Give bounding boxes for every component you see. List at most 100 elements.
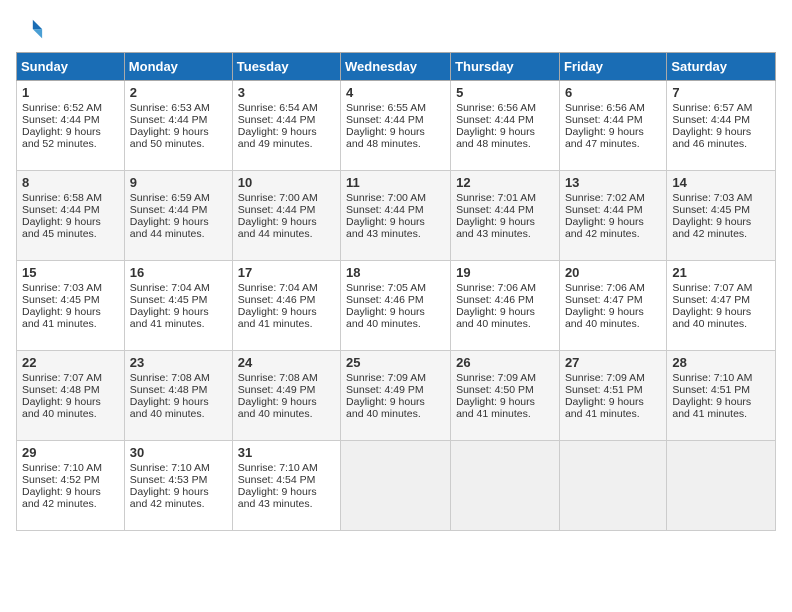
calendar-cell: 6Sunrise: 6:56 AMSunset: 4:44 PMDaylight…: [559, 81, 666, 171]
day-number: 30: [130, 445, 227, 460]
daylight: Daylight: 9 hours and 47 minutes.: [565, 126, 644, 150]
day-number: 12: [456, 175, 554, 190]
calendar-cell: 1Sunrise: 6:52 AMSunset: 4:44 PMDaylight…: [17, 81, 125, 171]
sunrise: Sunrise: 7:09 AM: [346, 372, 426, 384]
day-number: 19: [456, 265, 554, 280]
calendar-week-3: 15Sunrise: 7:03 AMSunset: 4:45 PMDayligh…: [17, 261, 776, 351]
calendar-cell: 30Sunrise: 7:10 AMSunset: 4:53 PMDayligh…: [124, 441, 232, 531]
header-day-wednesday: Wednesday: [341, 53, 451, 81]
sunrise: Sunrise: 7:06 AM: [565, 282, 645, 294]
sunrise: Sunrise: 7:04 AM: [130, 282, 210, 294]
sunset: Sunset: 4:45 PM: [22, 294, 100, 306]
sunset: Sunset: 4:44 PM: [672, 114, 750, 126]
calendar-cell: 5Sunrise: 6:56 AMSunset: 4:44 PMDaylight…: [451, 81, 560, 171]
daylight: Daylight: 9 hours and 40 minutes.: [130, 396, 209, 420]
calendar-cell: [559, 441, 666, 531]
daylight: Daylight: 9 hours and 41 minutes.: [565, 396, 644, 420]
day-number: 6: [565, 85, 661, 100]
calendar-cell: 23Sunrise: 7:08 AMSunset: 4:48 PMDayligh…: [124, 351, 232, 441]
calendar-cell: 28Sunrise: 7:10 AMSunset: 4:51 PMDayligh…: [667, 351, 776, 441]
daylight: Daylight: 9 hours and 48 minutes.: [346, 126, 425, 150]
daylight: Daylight: 9 hours and 43 minutes.: [238, 486, 317, 510]
page-header: [16, 16, 776, 44]
sunset: Sunset: 4:44 PM: [22, 204, 100, 216]
sunset: Sunset: 4:47 PM: [672, 294, 750, 306]
calendar-week-1: 1Sunrise: 6:52 AMSunset: 4:44 PMDaylight…: [17, 81, 776, 171]
sunset: Sunset: 4:46 PM: [238, 294, 316, 306]
day-number: 5: [456, 85, 554, 100]
daylight: Daylight: 9 hours and 40 minutes.: [456, 306, 535, 330]
daylight: Daylight: 9 hours and 44 minutes.: [238, 216, 317, 240]
calendar-cell: 3Sunrise: 6:54 AMSunset: 4:44 PMDaylight…: [232, 81, 340, 171]
calendar-cell: 16 Sunrise: 7:04 AMSunset: 4:45 PMDayligh…: [124, 261, 232, 351]
calendar-cell: [667, 441, 776, 531]
daylight: Daylight: 9 hours and 41 minutes.: [130, 306, 209, 330]
sunrise: Sunrise: 7:07 AM: [22, 372, 102, 384]
sunrise: Sunrise: 7:02 AM: [565, 192, 645, 204]
calendar-cell: 15Sunrise: 7:03 AMSunset: 4:45 PMDayligh…: [17, 261, 125, 351]
header-day-sunday: Sunday: [17, 53, 125, 81]
sunrise: Sunrise: 7:09 AM: [565, 372, 645, 384]
day-number: 13: [565, 175, 661, 190]
calendar-cell: 12Sunrise: 7:01 AMSunset: 4:44 PMDayligh…: [451, 171, 560, 261]
header-day-thursday: Thursday: [451, 53, 560, 81]
calendar-cell: 18 Sunrise: 7:05 AMSunset: 4:46 PMDayligh…: [341, 261, 451, 351]
sunrise: Sunrise: 7:00 AM: [238, 192, 318, 204]
day-number: 4: [346, 85, 445, 100]
daylight: Daylight: 9 hours and 46 minutes.: [672, 126, 751, 150]
day-number: 28: [672, 355, 770, 370]
day-number: 2: [130, 85, 227, 100]
day-number: 9: [130, 175, 227, 190]
calendar-week-2: 8Sunrise: 6:58 AMSunset: 4:44 PMDaylight…: [17, 171, 776, 261]
day-number: 10: [238, 175, 335, 190]
sunset: Sunset: 4:54 PM: [238, 474, 316, 486]
daylight: Daylight: 9 hours and 44 minutes.: [130, 216, 209, 240]
sunrise: Sunrise: 7:05 AM: [346, 282, 426, 294]
sunrise: Sunrise: 7:10 AM: [238, 462, 318, 474]
daylight: Daylight: 9 hours and 49 minutes.: [238, 126, 317, 150]
daylight: Daylight: 9 hours and 40 minutes.: [672, 306, 751, 330]
sunrise: Sunrise: 6:57 AM: [672, 102, 752, 114]
sunrise: Sunrise: 7:08 AM: [130, 372, 210, 384]
sunrise: Sunrise: 6:56 AM: [456, 102, 536, 114]
calendar-cell: 11Sunrise: 7:00 AMSunset: 4:44 PMDayligh…: [341, 171, 451, 261]
logo: [16, 16, 48, 44]
sunset: Sunset: 4:44 PM: [130, 114, 208, 126]
day-number: 16: [130, 265, 227, 280]
sunset: Sunset: 4:52 PM: [22, 474, 100, 486]
sunrise: Sunrise: 7:04 AM: [238, 282, 318, 294]
sunrise: Sunrise: 7:03 AM: [22, 282, 102, 294]
daylight: Daylight: 9 hours and 40 minutes.: [346, 306, 425, 330]
daylight: Daylight: 9 hours and 40 minutes.: [346, 396, 425, 420]
sunset: Sunset: 4:45 PM: [672, 204, 750, 216]
sunset: Sunset: 4:44 PM: [565, 204, 643, 216]
calendar-cell: 10Sunrise: 7:00 AMSunset: 4:44 PMDayligh…: [232, 171, 340, 261]
sunset: Sunset: 4:44 PM: [238, 114, 316, 126]
sunrise: Sunrise: 6:59 AM: [130, 192, 210, 204]
calendar-cell: 4Sunrise: 6:55 AMSunset: 4:44 PMDaylight…: [341, 81, 451, 171]
daylight: Daylight: 9 hours and 41 minutes.: [456, 396, 535, 420]
calendar-cell: 20Sunrise: 7:06 AMSunset: 4:47 PMDayligh…: [559, 261, 666, 351]
day-number: 11: [346, 175, 445, 190]
sunset: Sunset: 4:48 PM: [22, 384, 100, 396]
sunset: Sunset: 4:46 PM: [456, 294, 534, 306]
day-number: 29: [22, 445, 119, 460]
daylight: Daylight: 9 hours and 50 minutes.: [130, 126, 209, 150]
day-number: 1: [22, 85, 119, 100]
calendar-cell: 9Sunrise: 6:59 AMSunset: 4:44 PMDaylight…: [124, 171, 232, 261]
header-day-saturday: Saturday: [667, 53, 776, 81]
sunrise: Sunrise: 7:00 AM: [346, 192, 426, 204]
sunset: Sunset: 4:44 PM: [22, 114, 100, 126]
daylight: Daylight: 9 hours and 52 minutes.: [22, 126, 101, 150]
calendar-cell: 31Sunrise: 7:10 AMSunset: 4:54 PMDayligh…: [232, 441, 340, 531]
sunset: Sunset: 4:45 PM: [130, 294, 208, 306]
sunset: Sunset: 4:46 PM: [346, 294, 424, 306]
header-day-monday: Monday: [124, 53, 232, 81]
day-number: 3: [238, 85, 335, 100]
daylight: Daylight: 9 hours and 42 minutes.: [565, 216, 644, 240]
calendar-cell: 24Sunrise: 7:08 AMSunset: 4:49 PMDayligh…: [232, 351, 340, 441]
day-number: 18: [346, 265, 445, 280]
calendar-week-4: 22Sunrise: 7:07 AMSunset: 4:48 PMDayligh…: [17, 351, 776, 441]
sunset: Sunset: 4:53 PM: [130, 474, 208, 486]
sunrise: Sunrise: 7:09 AM: [456, 372, 536, 384]
